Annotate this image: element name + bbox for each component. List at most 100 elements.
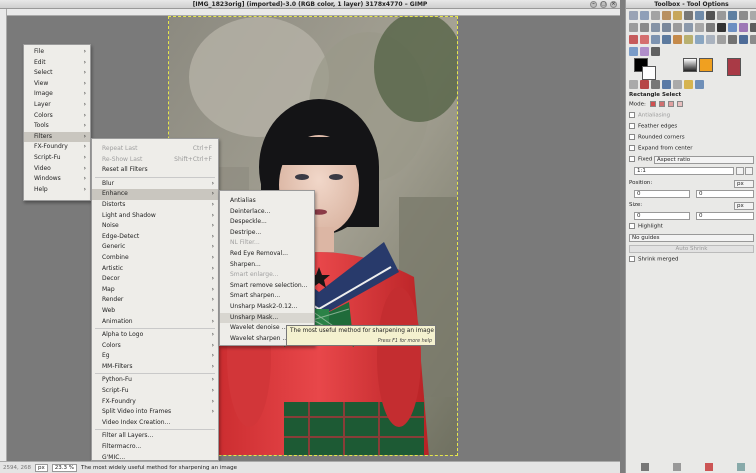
dodge-burn-tool-icon[interactable] (728, 35, 737, 44)
save-options-icon[interactable] (641, 463, 649, 471)
menu-item-despeckle[interactable]: Despeckle... (220, 217, 314, 228)
menu-item-smart-enlarge[interactable]: Smart enlarge... (220, 270, 314, 281)
antialiasing-option[interactable]: Antialiasing (629, 112, 670, 119)
checkbox-icon[interactable] (629, 256, 635, 262)
menu-item-select[interactable]: Select › (24, 68, 90, 79)
menu-item-unsharp-mask[interactable]: Unsharp Mask... (220, 312, 314, 324)
paintbrush-tool-icon[interactable] (629, 35, 638, 44)
menu-item-windows[interactable]: Windows › (24, 174, 90, 185)
free-select-tool-icon[interactable] (651, 11, 660, 20)
foreground-select-tool-icon[interactable] (695, 11, 704, 20)
scissors-tool-icon[interactable] (684, 11, 693, 20)
feather-edges-option[interactable]: Feather edges (629, 123, 677, 130)
menu-item-noise[interactable]: Noise › (92, 221, 218, 232)
perspective-clone-tool-icon[interactable] (695, 35, 704, 44)
zoom-select[interactable]: 23.3 % (51, 463, 77, 472)
menu-item-layer[interactable]: Layer › (24, 100, 90, 111)
shear-tool-icon[interactable] (673, 23, 682, 32)
menu-item-generic[interactable]: Generic › (92, 242, 218, 253)
restore-options-icon[interactable] (673, 463, 681, 471)
menu-item-fx-foundry[interactable]: FX-Foundry › (24, 142, 90, 153)
gegl-tool-icon[interactable] (629, 47, 638, 56)
perspective-tool-icon[interactable] (684, 23, 693, 32)
menu-item-unsharp-mask2[interactable]: Unsharp Mask2-0.12... (220, 302, 314, 313)
rect-select-tool-icon[interactable] (629, 11, 638, 20)
menu-item-destripe[interactable]: Destripe... (220, 228, 314, 239)
menu-item-colors-filters[interactable]: Colors › (92, 341, 218, 352)
rotate-tool-icon[interactable] (651, 23, 660, 32)
menu-item-video[interactable]: Video › (24, 164, 90, 175)
menu-item-python-fu[interactable]: Python-Fu › (92, 375, 218, 386)
checkbox-icon[interactable] (629, 145, 635, 151)
fixed-option[interactable]: Fixed (629, 156, 652, 163)
menu-item-tools[interactable]: Tools › (24, 121, 90, 132)
bucket-fill-tool-icon[interactable] (728, 23, 737, 32)
expand-from-center-option[interactable]: Expand from center (629, 145, 693, 152)
menu-item-alpha-to-logo[interactable]: Alpha to Logo › (92, 330, 218, 341)
airbrush-tool-icon[interactable] (651, 35, 660, 44)
menu-item-distorts[interactable]: Distorts › (92, 200, 218, 211)
landscape-icon[interactable] (745, 167, 753, 175)
menu-item-nl-filter[interactable]: NL Filter... (220, 238, 314, 249)
align-tool-icon[interactable] (629, 23, 638, 32)
highlight-option[interactable]: Highlight (629, 223, 663, 230)
menu-item-light-and-shadow[interactable]: Light and Shadow › (92, 211, 218, 222)
position-unit-select[interactable]: px (734, 180, 754, 188)
smudge-tool-icon[interactable] (717, 35, 726, 44)
checkbox-icon[interactable] (629, 156, 635, 162)
menu-item-sharpen[interactable]: Sharpen... (220, 260, 314, 271)
image-thumbnail[interactable] (727, 58, 741, 76)
pencil-tool-icon[interactable] (750, 23, 756, 32)
blend-tool-icon[interactable] (739, 23, 748, 32)
maximize-button[interactable]: □ (600, 1, 607, 8)
menu-item-web[interactable]: Web › (92, 306, 218, 317)
position-y-input[interactable]: 0 (696, 190, 754, 198)
mode-subtract-icon[interactable] (667, 101, 674, 107)
move-tool-icon[interactable] (750, 11, 756, 20)
menu-item-artistic[interactable]: Artistic › (92, 264, 218, 275)
auto-shrink-button[interactable]: Auto Shrink (629, 245, 754, 253)
undo-history-tab-icon[interactable] (651, 80, 660, 89)
ratio-input[interactable]: 1:1 (634, 167, 734, 175)
menu-item-map[interactable]: Map › (92, 285, 218, 296)
menu-item-edit[interactable]: Edit › (24, 58, 90, 69)
checkbox-icon[interactable] (629, 112, 635, 118)
guides-select[interactable]: No guides (629, 234, 754, 242)
checkbox-icon[interactable] (629, 123, 635, 129)
size-h-input[interactable]: 0 (696, 212, 754, 220)
checkbox-icon[interactable] (629, 134, 635, 140)
size-w-input[interactable]: 0 (634, 212, 690, 220)
menu-item-help[interactable]: Help › (24, 185, 90, 196)
menu-item-decor[interactable]: Decor › (92, 274, 218, 285)
menu-item-smart-remove-selection[interactable]: Smart remove selection... (220, 281, 314, 292)
mode-intersect-icon[interactable] (676, 101, 683, 107)
ink-tool-icon[interactable] (662, 35, 671, 44)
tool-options-tab-icon[interactable] (629, 80, 638, 89)
menu-item-video-index[interactable]: Video Index Creation... (92, 418, 218, 429)
menu-item-script-fu[interactable]: Script-Fu › (24, 153, 90, 164)
brush-preview[interactable] (683, 58, 697, 72)
device-status-tab-icon[interactable] (640, 80, 649, 89)
background-color-swatch[interactable] (642, 66, 656, 80)
portrait-icon[interactable] (736, 167, 744, 175)
menu-item-fx-foundry-filters[interactable]: FX-Foundry › (92, 397, 218, 408)
reset-options-icon[interactable] (737, 463, 745, 471)
fuzzy-select-tool-icon[interactable] (662, 11, 671, 20)
mypaint-tool-icon[interactable] (739, 35, 748, 44)
menu-item-blur[interactable]: Blur › (92, 179, 218, 190)
paths-tool-icon[interactable] (706, 11, 715, 20)
unit-select[interactable]: px (35, 463, 48, 472)
menu-item-render[interactable]: Render › (92, 295, 218, 306)
warp-tool-icon[interactable] (750, 35, 756, 44)
vertical-ruler[interactable] (0, 9, 7, 461)
menu-item-red-eye-removal[interactable]: Red Eye Removal... (220, 249, 314, 260)
measure-tool-icon[interactable] (739, 11, 748, 20)
color-tool-icon[interactable] (640, 47, 649, 56)
blur-tool-icon[interactable] (706, 35, 715, 44)
menu-item-split-video[interactable]: Split Video into Frames › (92, 407, 218, 418)
threshold-tool-icon[interactable] (651, 47, 660, 56)
menu-item-antialias[interactable]: Antialias (220, 196, 314, 207)
menu-item-filtermacro[interactable]: Filtermacro... (92, 442, 218, 453)
cage-tool-icon[interactable] (706, 23, 715, 32)
delete-options-icon[interactable] (705, 463, 713, 471)
